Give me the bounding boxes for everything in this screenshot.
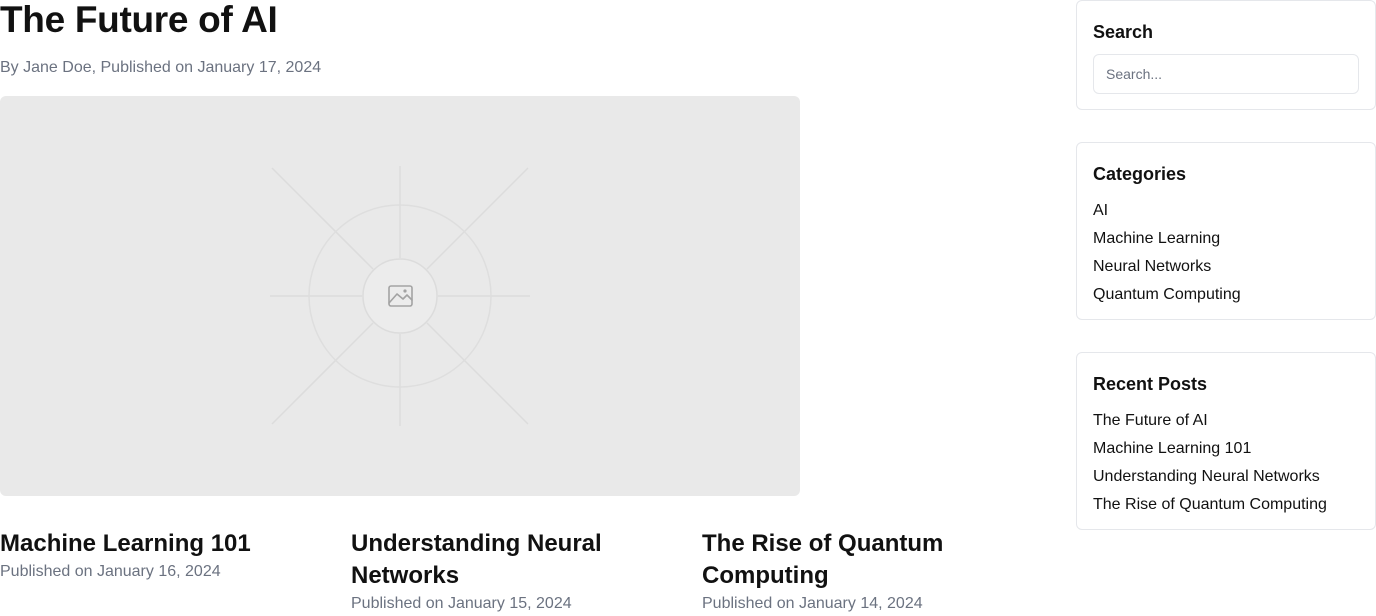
recent-post-link[interactable]: The Rise of Quantum Computing: [1093, 491, 1327, 519]
search-input[interactable]: [1093, 54, 1359, 94]
related-post-1[interactable]: Machine Learning 101 Published on Januar…: [0, 528, 300, 584]
recent-posts-list: The Future of AI Machine Learning 101 Un…: [1093, 407, 1327, 519]
recent-post-link[interactable]: Understanding Neural Networks: [1093, 463, 1327, 491]
related-post-title[interactable]: Understanding Neural Networks: [351, 528, 651, 592]
related-post-3[interactable]: The Rise of Quantum Computing Published …: [702, 528, 1002, 616]
category-link-quantum-computing[interactable]: Quantum Computing: [1093, 281, 1241, 309]
categories-card-title: Categories: [1093, 164, 1187, 184]
recent-post-link[interactable]: Machine Learning 101: [1093, 435, 1327, 463]
recent-posts-card-title: Recent Posts: [1093, 374, 1208, 394]
category-link-machine-learning[interactable]: Machine Learning: [1093, 225, 1241, 253]
categories-card: Categories AI Machine Learning Neural Ne…: [1076, 142, 1376, 320]
related-post-title[interactable]: The Rise of Quantum Computing: [702, 528, 1002, 592]
recent-posts-card: Recent Posts The Future of AI Machine Le…: [1076, 352, 1376, 530]
post-title: The Future of AI: [0, 0, 278, 40]
related-post-title[interactable]: Machine Learning 101: [0, 528, 300, 560]
related-post-date: Published on January 14, 2024: [702, 595, 923, 612]
category-link-neural-networks[interactable]: Neural Networks: [1093, 253, 1241, 281]
search-card-title: Search: [1093, 22, 1154, 42]
related-post-date: Published on January 16, 2024: [0, 563, 221, 580]
related-post-2[interactable]: Understanding Neural Networks Published …: [351, 528, 651, 616]
image-placeholder-icon: [270, 166, 530, 426]
search-card: Search: [1076, 0, 1376, 110]
recent-post-link[interactable]: The Future of AI: [1093, 407, 1327, 435]
post-byline: By Jane Doe, Published on January 17, 20…: [0, 59, 322, 76]
hero-image: [0, 96, 800, 496]
related-post-date: Published on January 15, 2024: [351, 595, 572, 612]
categories-list: AI Machine Learning Neural Networks Quan…: [1093, 197, 1241, 309]
category-link-ai[interactable]: AI: [1093, 197, 1241, 225]
